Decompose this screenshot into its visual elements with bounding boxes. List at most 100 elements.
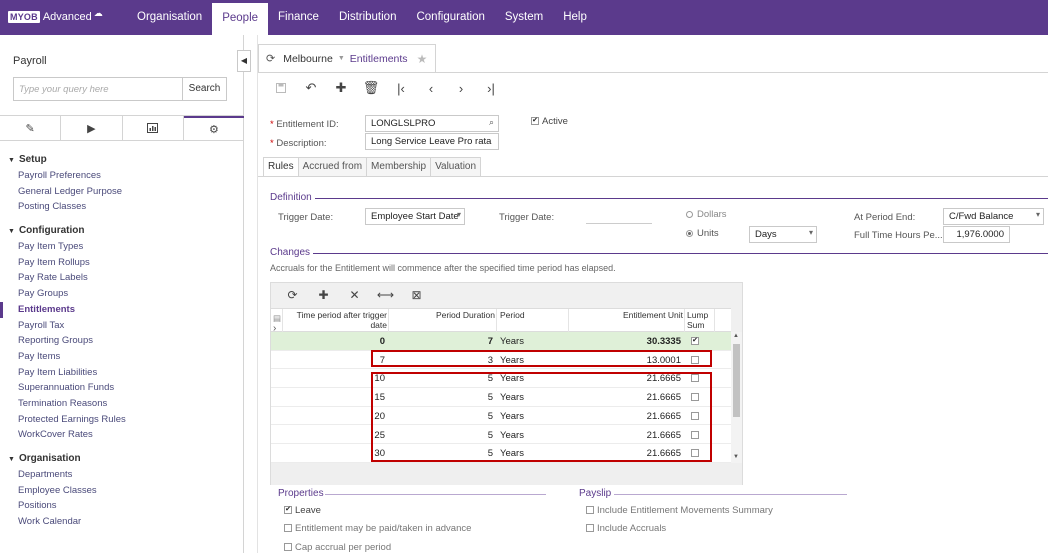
save-icon[interactable]	[266, 81, 296, 96]
col-entitlement-unit[interactable]: Entitlement Unit	[571, 310, 683, 321]
previous-record-icon[interactable]: ‹	[416, 81, 446, 96]
sidebar-item[interactable]: General Ledger Purpose	[0, 184, 244, 200]
sidebar-search-button[interactable]: Search	[183, 77, 227, 101]
grid-scrollbar[interactable]: ▲ ▼	[731, 332, 742, 463]
cell-unit[interactable]: 30.3335	[571, 336, 681, 347]
sidebar-item[interactable]: Pay Item Liabilities	[0, 365, 244, 381]
sidebar-item[interactable]: Payroll Tax	[0, 318, 244, 334]
sidebar-item[interactable]: Pay Items	[0, 349, 244, 365]
nav-finance[interactable]: Finance	[268, 0, 329, 35]
sidebar-item[interactable]: Superannuation Funds	[0, 380, 244, 396]
col-time-period[interactable]: Time period after trigger date	[291, 310, 387, 330]
sidebar-item[interactable]: Departments	[0, 467, 244, 483]
tab-rules[interactable]: Rules	[263, 157, 299, 176]
lump-sum-checkbox[interactable]: ✔	[691, 337, 699, 345]
cell-period[interactable]: Years	[500, 336, 524, 347]
grid-footer	[271, 463, 742, 485]
description-label: * Description:	[270, 138, 327, 149]
grid-scroll-thumb[interactable]	[733, 344, 740, 417]
full-time-hours-field[interactable]: 1,976.0000	[943, 226, 1010, 243]
col-lump-sum[interactable]: Lump Sum	[687, 310, 711, 330]
first-record-icon[interactable]: |‹	[386, 81, 416, 96]
sidebar-item[interactable]: WorkCover Rates	[0, 427, 244, 443]
last-record-icon[interactable]: ›|	[476, 81, 506, 96]
sidebar-item[interactable]: Payroll Preferences	[0, 168, 244, 184]
sidebar-item[interactable]: Termination Reasons	[0, 396, 244, 412]
dollars-radio[interactable]: Dollars	[686, 209, 727, 220]
collapse-sidebar-button[interactable]: ◀	[237, 50, 251, 72]
sidebar-group-label: Configuration	[18, 225, 85, 237]
sidebar-item[interactable]: Protected Earnings Rules	[0, 412, 244, 428]
sidebar-item[interactable]: Pay Rate Labels	[0, 270, 244, 286]
favorite-star-icon[interactable]: ★	[417, 52, 428, 66]
sidebar-group-0[interactable]: ▼ Setup	[0, 152, 244, 168]
nav-organisation[interactable]: Organisation	[127, 0, 212, 35]
search-icon[interactable]: ⌕	[489, 117, 494, 128]
report-icon[interactable]	[123, 116, 184, 140]
grid-add-icon[interactable]: ✚	[308, 288, 339, 302]
sidebar-item[interactable]: Posting Classes	[0, 199, 244, 215]
unit-select[interactable]: Days	[749, 226, 817, 243]
sidebar-item[interactable]: Work Calendar	[0, 514, 244, 530]
nav-distribution[interactable]: Distribution	[329, 0, 407, 35]
sidebar-item[interactable]: Pay Item Types	[0, 239, 244, 255]
cell-time[interactable]: 0	[291, 336, 385, 347]
cell-duration[interactable]: 7	[391, 336, 493, 347]
breadcrumb: ⟳ Melbourne ▼ Entitlements ★	[258, 44, 436, 72]
active-checkbox[interactable]: ✔ Active	[531, 116, 568, 127]
grid-toolbar: ⟳ ✚ ✕ ⟷ ⊠	[271, 283, 742, 307]
trigger-date-2-field[interactable]	[586, 223, 652, 224]
sidebar-group-2[interactable]: ▼ Organisation	[0, 451, 244, 467]
trigger-date-select[interactable]: Employee Start Date	[365, 208, 465, 225]
changes-divider	[313, 253, 1048, 254]
sidebar-item[interactable]: Entitlements	[0, 301, 244, 318]
play-icon[interactable]: ▶	[61, 116, 123, 140]
description-field[interactable]: Long Service Leave Pro rata	[365, 133, 499, 150]
sidebar-item[interactable]: Pay Groups	[0, 286, 244, 302]
nav-people[interactable]: People	[212, 3, 269, 35]
delete-icon[interactable]: 🗑	[356, 80, 386, 96]
col-period-duration[interactable]: Period Duration	[391, 310, 495, 321]
refresh-icon[interactable]: ⟳	[266, 52, 275, 65]
breadcrumb-caret-icon: ▼	[337, 55, 345, 62]
gear-icon[interactable]: ⚙	[183, 116, 244, 140]
undo-icon[interactable]: ↶	[296, 80, 326, 96]
sidebar-search-input[interactable]: Type your query here	[13, 77, 183, 101]
grid-delete-icon[interactable]: ✕	[339, 288, 370, 302]
nav-configuration[interactable]: Configuration	[406, 0, 494, 35]
sidebar-item[interactable]: Reporting Groups	[0, 333, 244, 349]
sidebar-item[interactable]: Employee Classes	[0, 483, 244, 499]
collapse-caret-icon[interactable]: ▼	[8, 224, 15, 240]
include-movements-checkbox[interactable]: Include Entitlement Movements Summary	[586, 505, 773, 516]
entitlement-id-field[interactable]: LONGLSLPRO ⌕	[365, 115, 499, 132]
units-radio[interactable]: Units	[686, 228, 719, 239]
at-period-end-select[interactable]: C/Fwd Balance	[943, 208, 1044, 225]
add-icon[interactable]: ✚	[326, 80, 356, 96]
collapse-caret-icon[interactable]: ▼	[8, 153, 15, 169]
sidebar-item[interactable]: Positions	[0, 498, 244, 514]
sidebar-item[interactable]: Pay Item Rollups	[0, 255, 244, 271]
sidebar-group-1[interactable]: ▼ Configuration	[0, 223, 244, 239]
tab-valuation[interactable]: Valuation	[430, 157, 482, 176]
tab-membership[interactable]: Membership	[366, 157, 432, 176]
nav-system[interactable]: System	[495, 0, 553, 35]
collapse-caret-icon[interactable]: ▼	[8, 452, 15, 468]
scroll-up-icon[interactable]: ▲	[733, 333, 739, 339]
col-period[interactable]: Period	[500, 310, 525, 321]
cap-accrual-checkbox[interactable]: Cap accrual per period	[284, 542, 391, 553]
export-excel-icon[interactable]: ⊠	[401, 288, 432, 302]
grid-refresh-icon[interactable]: ⟳	[277, 288, 308, 302]
entitlement-id-label: * Entitlement ID:	[270, 119, 339, 130]
nav-help[interactable]: Help	[553, 0, 597, 35]
next-record-icon[interactable]: ›	[446, 81, 476, 96]
tab-accrued-from[interactable]: Accrued from	[297, 157, 368, 176]
fit-columns-icon[interactable]: ⟷	[370, 288, 401, 302]
scroll-down-icon[interactable]: ▼	[733, 454, 739, 460]
table-row[interactable]: › 0 7 Years 30.3335 ✔	[271, 323, 731, 351]
myob-logo[interactable]: MYOB Advanced ☁	[8, 8, 103, 24]
breadcrumb-parent[interactable]: Melbourne	[283, 53, 333, 65]
pencil-icon[interactable]: ✎	[0, 116, 62, 140]
leave-checkbox[interactable]: ✔ Leave	[284, 505, 321, 516]
include-accruals-checkbox[interactable]: Include Accruals	[586, 523, 666, 534]
paid-in-advance-checkbox[interactable]: Entitlement may be paid/taken in advance	[284, 523, 471, 534]
